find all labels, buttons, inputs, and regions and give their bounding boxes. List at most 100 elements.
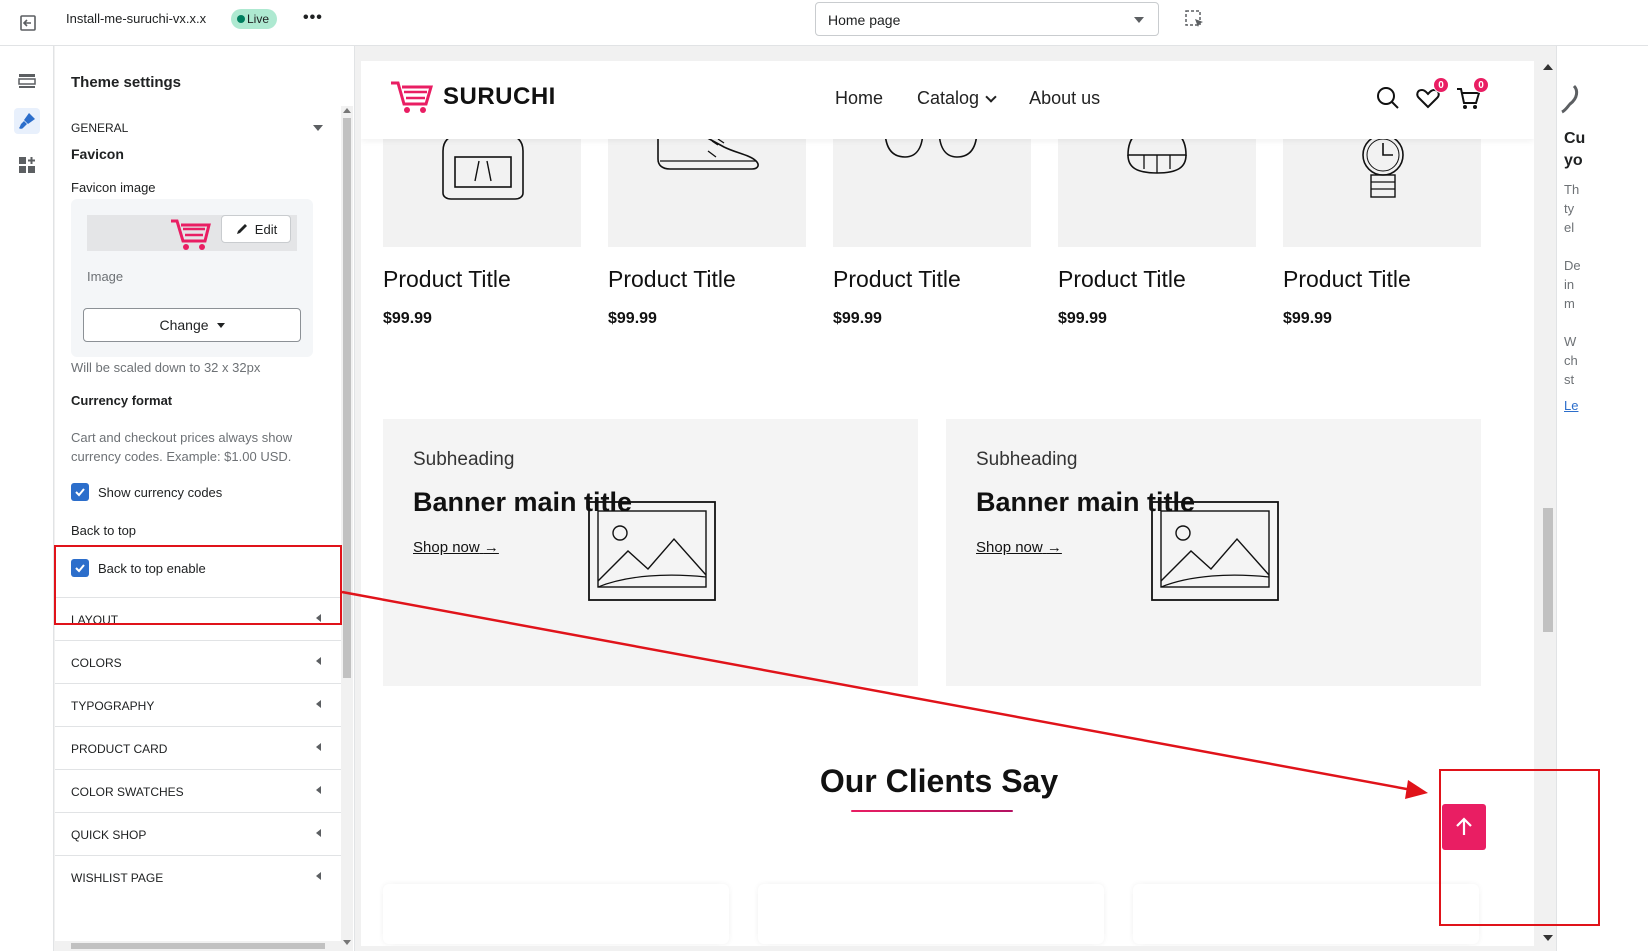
testimonial-card bbox=[383, 884, 729, 944]
image-placeholder-icon bbox=[588, 501, 716, 601]
product-image bbox=[833, 121, 1031, 247]
accordion-quick-shop[interactable]: QUICK SHOP bbox=[55, 812, 341, 855]
theme-name: Install-me-suruchi-vx.x.x bbox=[66, 11, 207, 26]
banner-card[interactable]: Subheading Banner main title Shop now → bbox=[946, 419, 1481, 686]
accordion-color-swatches[interactable]: COLOR SWATCHES bbox=[55, 769, 341, 812]
testimonial-card bbox=[1133, 884, 1479, 944]
wishlist-count-badge: 0 bbox=[1433, 77, 1449, 93]
panel-title: Theme settings bbox=[71, 74, 182, 91]
pencil-icon bbox=[236, 224, 247, 234]
scroll-down-icon[interactable] bbox=[343, 940, 351, 945]
inspector-button[interactable] bbox=[1184, 9, 1206, 31]
search-button[interactable] bbox=[1375, 85, 1401, 111]
scroll-up-icon[interactable] bbox=[343, 108, 351, 113]
accordion-colors[interactable]: COLORS bbox=[55, 640, 341, 683]
sections-button[interactable] bbox=[14, 68, 40, 94]
nav-catalog[interactable]: Catalog bbox=[917, 88, 997, 109]
banner-card[interactable]: Subheading Banner main title Shop now → bbox=[383, 419, 918, 686]
product-price: $99.99 bbox=[1283, 310, 1332, 327]
search-icon bbox=[1377, 87, 1399, 109]
change-label: Change bbox=[159, 317, 209, 333]
accordion-layout[interactable]: LAYOUT bbox=[55, 597, 341, 640]
nav-about[interactable]: About us bbox=[1029, 88, 1100, 109]
product-price: $99.99 bbox=[383, 310, 432, 327]
favicon-heading: Favicon bbox=[71, 146, 124, 162]
exit-button[interactable] bbox=[14, 9, 42, 37]
change-image-button[interactable]: Change bbox=[83, 308, 301, 342]
storefront-preview: SURUCHI Home Catalog About us 0 0 Produc… bbox=[361, 61, 1534, 946]
caret-left-icon bbox=[316, 743, 321, 751]
cart-button[interactable]: 0 bbox=[1455, 77, 1489, 111]
select-cursor-icon bbox=[1185, 10, 1203, 27]
preview-scrollbar[interactable] bbox=[1539, 46, 1555, 951]
accordion-wishlist-page[interactable]: WISHLIST PAGE bbox=[55, 855, 341, 898]
title-underline bbox=[851, 810, 1013, 812]
product-price: $99.99 bbox=[833, 310, 882, 327]
show-currency-codes-checkbox[interactable] bbox=[71, 483, 89, 501]
chevron-down-icon bbox=[985, 91, 997, 103]
accordion-product-card[interactable]: PRODUCT CARD bbox=[55, 726, 341, 769]
caret-left-icon bbox=[316, 829, 321, 837]
product-title: Product Title bbox=[1283, 266, 1411, 292]
page-select[interactable]: Home page bbox=[815, 2, 1159, 36]
arrow-up-icon bbox=[1456, 817, 1472, 835]
favicon-image-label: Favicon image bbox=[71, 180, 156, 195]
page-select-value: Home page bbox=[828, 12, 901, 28]
product-title: Product Title bbox=[1058, 266, 1186, 292]
accordion-typography[interactable]: TYPOGRAPHY bbox=[55, 683, 341, 726]
help-text-line: el bbox=[1564, 220, 1575, 235]
product-price: $99.99 bbox=[1058, 310, 1107, 327]
apps-button[interactable] bbox=[14, 152, 40, 178]
theme-settings-button[interactable] bbox=[14, 108, 40, 134]
shop-now-label: Shop now bbox=[976, 539, 1043, 556]
scroll-up-icon[interactable] bbox=[1543, 64, 1553, 70]
accordion-general[interactable]: GENERAL bbox=[71, 121, 331, 135]
wishlist-button[interactable]: 0 bbox=[1415, 77, 1449, 111]
currency-heading: Currency format bbox=[71, 393, 173, 408]
scroll-down-icon[interactable] bbox=[1543, 935, 1553, 941]
back-to-top-button[interactable] bbox=[1442, 804, 1486, 850]
help-panel: Cu yo Th ty el De in m W ch st Le bbox=[1556, 46, 1648, 951]
product-title: Product Title bbox=[833, 266, 961, 292]
accordion-general-label: GENERAL bbox=[71, 121, 129, 135]
scroll-thumb[interactable] bbox=[343, 118, 351, 678]
back-to-top-checkbox[interactable] bbox=[71, 559, 89, 577]
shop-now-link[interactable]: Shop now → bbox=[413, 539, 499, 556]
cart-logo-icon bbox=[171, 219, 211, 250]
cart-count-badge: 0 bbox=[1473, 77, 1489, 93]
nav-home[interactable]: Home bbox=[835, 88, 883, 109]
scroll-thumb[interactable] bbox=[1543, 508, 1553, 632]
product-image bbox=[1058, 121, 1256, 247]
banner-subheading: Subheading bbox=[976, 449, 1078, 470]
scale-note: Will be scaled down to 32 x 32px bbox=[71, 360, 261, 375]
top-bar: Install-me-suruchi-vx.x.x Live ••• Home … bbox=[0, 0, 1648, 46]
apps-icon bbox=[19, 157, 35, 173]
accordion-label: TYPOGRAPHY bbox=[71, 699, 155, 713]
learn-more-link[interactable]: Le bbox=[1564, 398, 1578, 413]
caret-down-icon bbox=[216, 322, 225, 328]
caret-down-icon bbox=[313, 125, 323, 131]
sidebar-scrollbar[interactable] bbox=[341, 106, 353, 951]
back-to-top-heading: Back to top bbox=[71, 523, 137, 538]
arrow-right-icon: → bbox=[483, 539, 499, 556]
shop-now-link[interactable]: Shop now → bbox=[976, 539, 1062, 556]
arrow-right-icon: → bbox=[1046, 539, 1062, 556]
banner-subheading: Subheading bbox=[413, 449, 515, 470]
hscroll-thumb[interactable] bbox=[71, 943, 325, 949]
help-text-line: W bbox=[1564, 334, 1577, 349]
help-text-line: st bbox=[1564, 372, 1575, 387]
image-placeholder-icon bbox=[1151, 501, 1279, 601]
site-logo[interactable]: SURUCHI bbox=[389, 79, 556, 115]
sidebar-hscrollbar[interactable] bbox=[55, 941, 341, 951]
shop-now-label: Shop now bbox=[413, 539, 480, 556]
help-text-line: De bbox=[1564, 258, 1581, 273]
more-actions-button[interactable]: ••• bbox=[303, 9, 323, 27]
caret-left-icon bbox=[316, 872, 321, 880]
accordion-label: COLOR SWATCHES bbox=[71, 785, 184, 799]
status-badge: Live bbox=[231, 9, 278, 29]
testimonial-card bbox=[758, 884, 1104, 944]
checkmark-icon bbox=[75, 488, 85, 497]
edit-image-button[interactable]: Edit bbox=[221, 215, 291, 243]
help-heading-line: Cu bbox=[1564, 130, 1586, 147]
accordion-label: QUICK SHOP bbox=[71, 828, 147, 842]
